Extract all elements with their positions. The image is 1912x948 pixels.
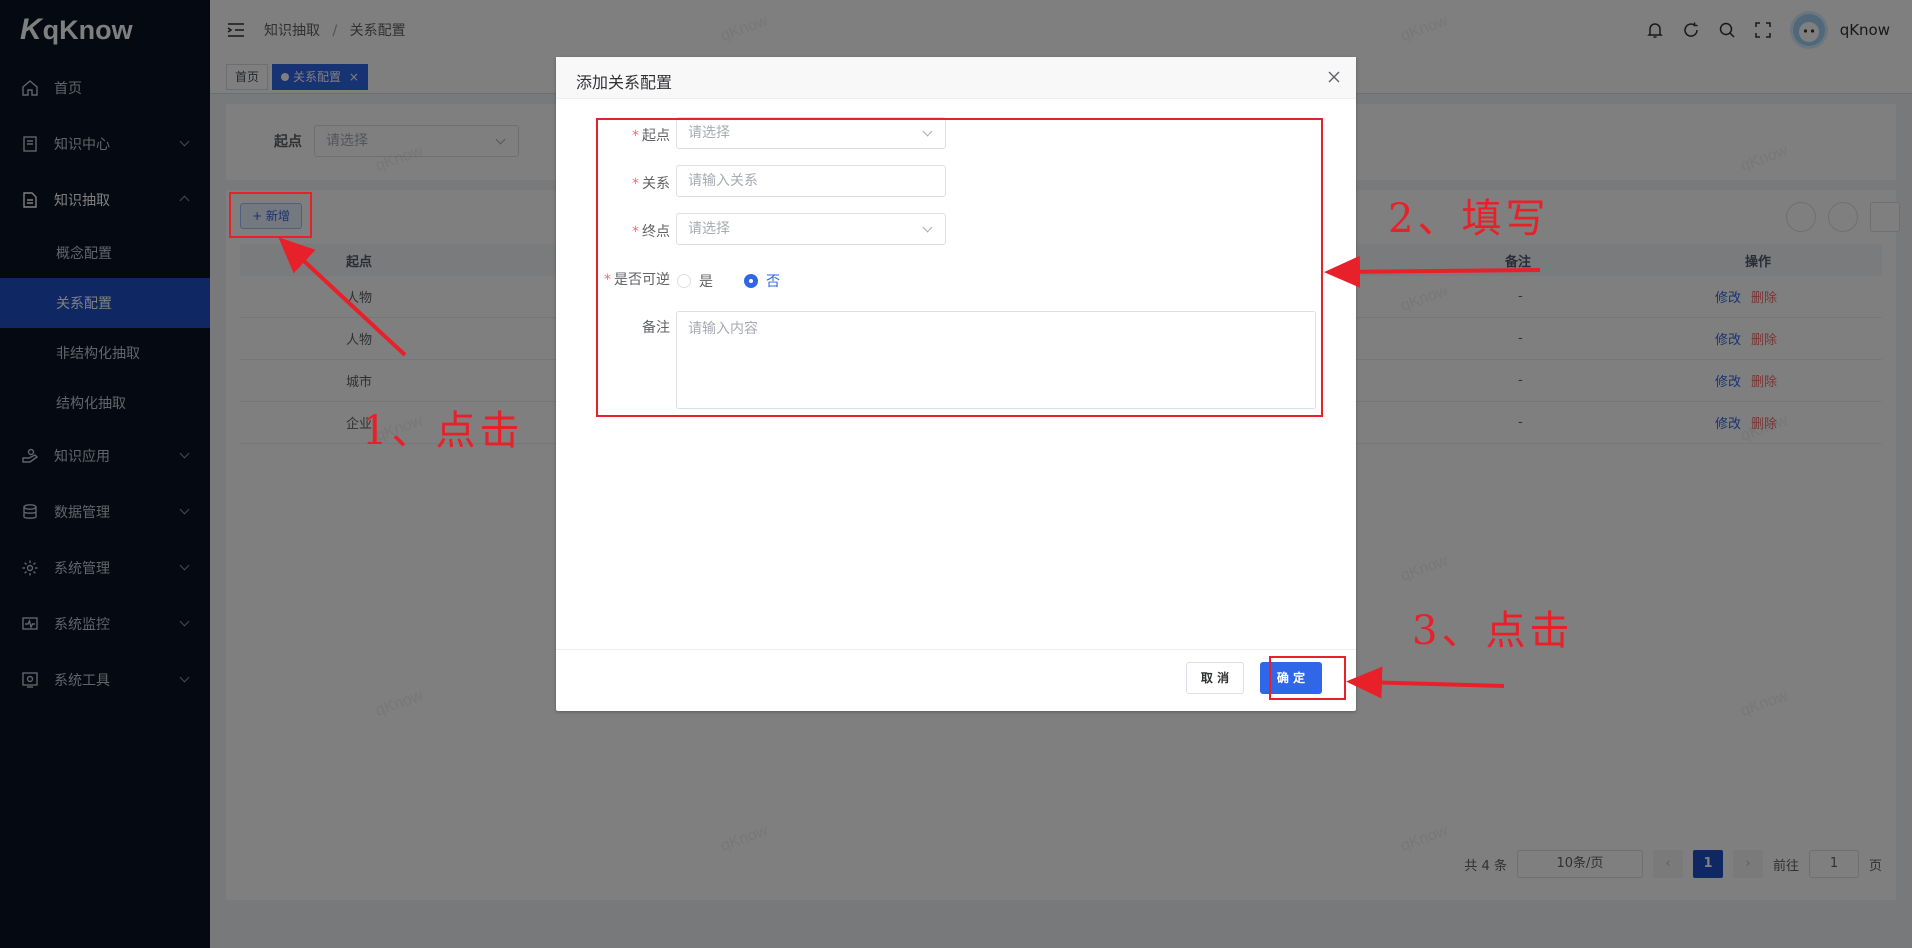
- annotation-step1: 1、点击: [362, 408, 524, 454]
- annotation-box-form: [596, 118, 1323, 417]
- dialog-header: 添加关系配置: [556, 57, 1356, 99]
- annotation-step2: 2、填写: [1388, 196, 1550, 242]
- dialog-title: 添加关系配置: [576, 73, 673, 92]
- annotation-box-confirm: [1269, 656, 1346, 700]
- cancel-button[interactable]: 取 消: [1186, 662, 1244, 694]
- dialog-footer: 取 消 确 定: [556, 649, 1356, 711]
- annotation-box-add: [229, 192, 312, 238]
- annotation-step3: 3、点击: [1412, 608, 1574, 654]
- close-icon[interactable]: [1326, 69, 1342, 85]
